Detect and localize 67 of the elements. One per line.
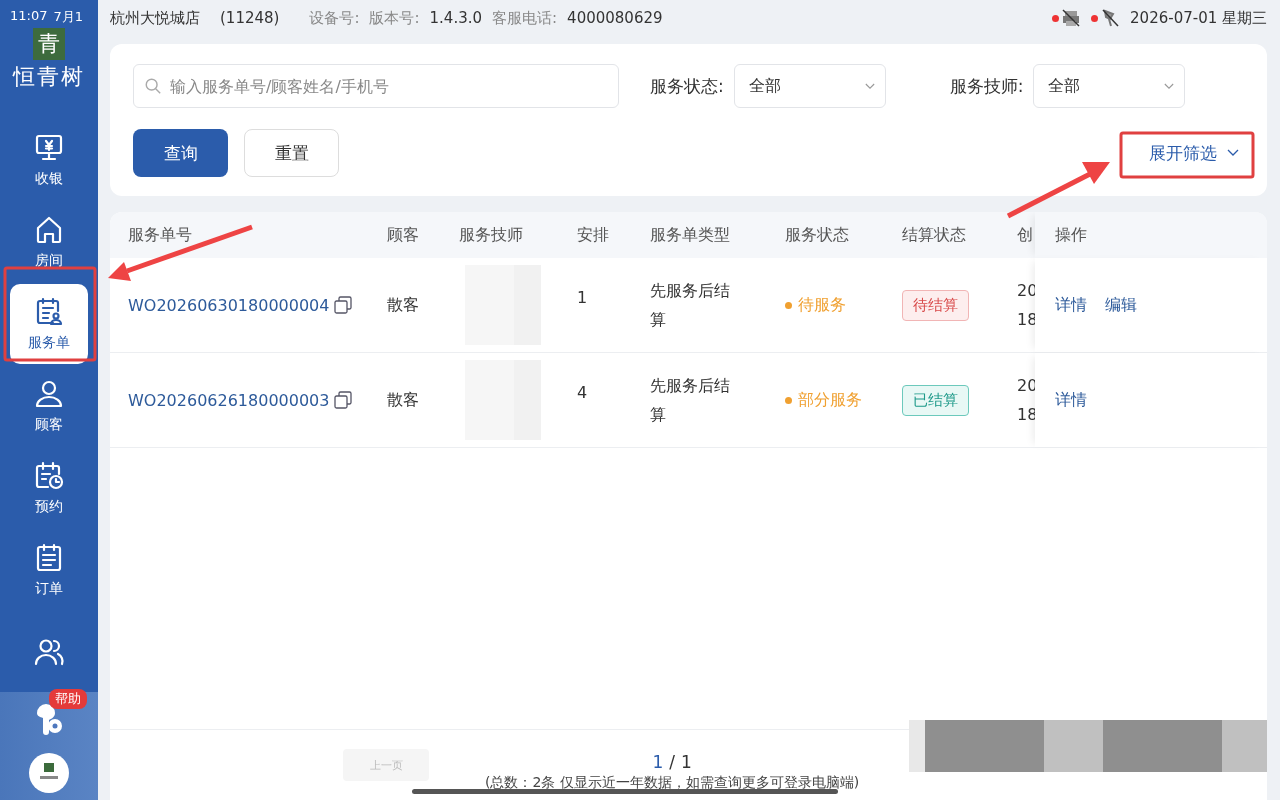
status-date: 2026-07-01 星期三 [1130,8,1267,28]
page-separator: / [669,752,675,772]
table-cell: 散客 [387,294,419,316]
brand-name: 恒青树 [13,63,85,91]
status-time: 11:07 [10,8,48,25]
total-pages: 1 [681,752,692,772]
filter-label: 服务技师: [949,74,1024,98]
calendar-clock-icon [33,460,65,492]
chevron-down-icon [1164,82,1175,90]
column-header: 服务单号 [128,224,192,246]
chevron-down-icon [1227,149,1239,157]
column-header: 创 [1017,224,1033,246]
offline-dot [1091,14,1099,22]
nav-item[interactable]: 收银 [10,120,88,200]
column-header: 服务技师 [459,224,523,246]
settle-status-tag: 已结算 [902,384,969,416]
column-header: 顾客 [387,224,419,246]
hotline-label: 客服电话: [492,8,558,28]
table-cell-text: 先服务后结算 [650,375,731,426]
dropdown[interactable]: 全部 [733,64,886,108]
filter-button[interactable]: 查询 [133,129,228,177]
store-name: 杭州大悦城店 [110,8,200,28]
column-header: 操作 [1055,224,1087,246]
chevron-down-icon [864,82,875,90]
copy-icon[interactable] [333,390,354,410]
action-link[interactable]: 详情 [1055,294,1087,316]
action-link[interactable]: 编辑 [1105,294,1137,316]
service-status: 待服务 [798,294,846,316]
filter-button[interactable]: 重置 [244,129,339,177]
search-icon [144,77,162,95]
store-code: (11248) [220,9,280,27]
table-cell: 散客 [387,389,419,411]
column-header: 服务状态 [785,224,849,246]
copy-icon[interactable] [333,295,354,315]
nav-item[interactable]: 订单 [10,530,88,610]
expand-filter-button[interactable]: 展开筛选 [1129,133,1253,173]
column-header: 安排 [577,224,609,246]
table-cell: 4 [577,383,588,402]
offline-dot [1052,14,1060,22]
filter-label: 服务状态: [650,74,724,98]
nav-item[interactable]: 服务单 [10,284,88,364]
order-number-link[interactable]: WO20260626180000003 [128,390,330,410]
person-icon [33,378,65,410]
version-number: 1.4.3.0 [429,9,483,27]
action-link[interactable]: 详情 [1055,389,1087,411]
column-header: 服务单类型 [650,224,730,246]
service-status: 部分服务 [798,389,862,411]
status-date: 7月1 [53,8,83,26]
brand-logo: 青 [33,28,65,60]
hotline-number: 4000080629 [567,9,663,27]
nav-item[interactable]: 顾客 [10,366,88,446]
current-page: 1 [652,752,664,772]
column-header: 结算状态 [902,224,966,246]
help-badge[interactable]: 帮助 [49,689,87,709]
version-label: 版本号: [369,8,420,28]
table-cell-text: 先服务后结算 [650,280,731,331]
device-label: 设备号: [309,8,360,28]
nav-item[interactable]: 预约 [10,448,88,528]
nav-item[interactable]: 房间 [10,202,88,282]
dropdown[interactable]: 全部 [1033,64,1186,108]
pagination-summary: (总数：2条 仅显示近一年数据，如需查询更多可登录电脑端) [485,774,860,792]
settle-status-tag: 待结算 [902,289,969,321]
avatar[interactable] [29,753,69,793]
order-number-link[interactable]: WO20260630180000004 [128,295,330,315]
people-icon [33,636,65,668]
search-field[interactable]: 输入服务单号/顾客姓名/手机号 [133,64,619,108]
table-cell: 1 [577,288,588,307]
